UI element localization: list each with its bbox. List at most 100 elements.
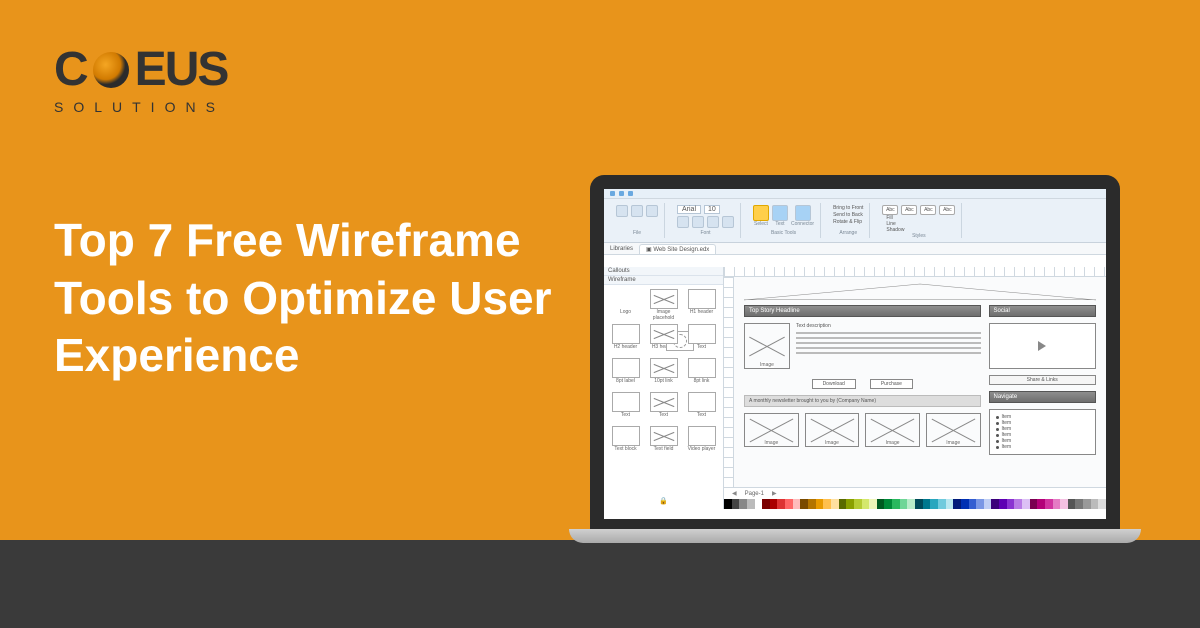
color-swatch[interactable] (862, 499, 870, 509)
color-swatch[interactable] (984, 499, 992, 509)
color-swatch[interactable] (961, 499, 969, 509)
library-item[interactable]: 8pt link (684, 358, 719, 389)
color-swatch[interactable] (1053, 499, 1061, 509)
color-swatch[interactable] (953, 499, 961, 509)
rotate-flip-button[interactable]: Rotate & Flip (833, 219, 862, 225)
image-placeholder[interactable]: Image (744, 413, 799, 447)
canvas[interactable]: Top Story Headline Image Text descriptio… (734, 277, 1106, 487)
share-links-button[interactable]: Share & Links (989, 375, 1097, 385)
library-item[interactable]: Text field (646, 426, 681, 457)
color-swatch[interactable] (724, 499, 732, 509)
color-swatch[interactable] (991, 499, 999, 509)
color-swatch[interactable] (915, 499, 923, 509)
color-swatch[interactable] (1037, 499, 1045, 509)
library-item[interactable]: 8pt label (608, 358, 643, 389)
font-color-icon[interactable] (722, 216, 734, 228)
libraries-tab-label[interactable]: Libraries (610, 246, 633, 252)
color-swatch[interactable] (816, 499, 824, 509)
library-item[interactable]: Text (608, 392, 643, 423)
color-swatch[interactable] (846, 499, 854, 509)
save-file-icon[interactable] (646, 205, 658, 217)
color-swatch-bar[interactable] (724, 499, 1106, 509)
font-size-select[interactable]: 10 (704, 205, 720, 214)
send-back-button[interactable]: Send to Back (833, 212, 863, 218)
qat-redo-icon[interactable] (628, 191, 633, 196)
color-swatch[interactable] (1060, 499, 1068, 509)
doc-tab-active[interactable]: ▣ Web Site Design.edx (639, 244, 716, 254)
connector-tool-icon[interactable] (795, 205, 811, 221)
color-swatch[interactable] (762, 499, 770, 509)
color-swatch[interactable] (1022, 499, 1030, 509)
color-swatch[interactable] (785, 499, 793, 509)
library-item[interactable]: Logo (608, 289, 643, 321)
color-swatch[interactable] (1030, 499, 1038, 509)
bring-front-button[interactable]: Bring to Front (833, 205, 863, 211)
color-swatch[interactable] (823, 499, 831, 509)
qat-undo-icon[interactable] (619, 191, 624, 196)
image-placeholder[interactable]: Image (926, 413, 981, 447)
color-swatch[interactable] (999, 499, 1007, 509)
prev-page-icon[interactable]: ◀ (732, 490, 737, 497)
underline-icon[interactable] (707, 216, 719, 228)
color-swatch[interactable] (1045, 499, 1053, 509)
color-swatch[interactable] (755, 499, 763, 509)
color-swatch[interactable] (976, 499, 984, 509)
top-story-bar[interactable]: Top Story Headline (744, 305, 981, 317)
color-swatch[interactable] (770, 499, 778, 509)
color-swatch[interactable] (1091, 499, 1099, 509)
image-placeholder[interactable]: Image (744, 323, 790, 369)
download-button[interactable]: Download (812, 379, 856, 389)
qat-save-icon[interactable] (610, 191, 615, 196)
open-file-icon[interactable] (631, 205, 643, 217)
image-placeholder[interactable]: Image (865, 413, 920, 447)
style-swatch-3[interactable]: Abc (920, 205, 936, 215)
social-bar[interactable]: Social (989, 305, 1097, 317)
page-indicator-label[interactable]: Page-1 (745, 491, 764, 497)
color-swatch[interactable] (777, 499, 785, 509)
color-swatch[interactable] (831, 499, 839, 509)
style-swatch-4[interactable]: Abc (939, 205, 955, 215)
library-section-callouts[interactable]: Callouts (604, 267, 723, 276)
video-placeholder[interactable] (989, 323, 1097, 369)
color-swatch[interactable] (793, 499, 801, 509)
color-swatch[interactable] (808, 499, 816, 509)
color-swatch[interactable] (892, 499, 900, 509)
library-item[interactable]: Text (684, 392, 719, 423)
select-tool-icon[interactable] (753, 205, 769, 221)
text-tool-icon[interactable] (772, 205, 788, 221)
font-name-select[interactable]: Arial (677, 205, 701, 214)
library-item[interactable]: Image placehold (646, 289, 681, 321)
color-swatch[interactable] (1083, 499, 1091, 509)
library-item[interactable]: H2 header (608, 324, 643, 355)
color-swatch[interactable] (969, 499, 977, 509)
new-file-icon[interactable] (616, 205, 628, 217)
library-section-wireframe[interactable]: Wireframe (604, 276, 723, 285)
library-item[interactable]: 10pt link (646, 358, 681, 389)
italic-icon[interactable] (692, 216, 704, 228)
navigate-bar[interactable]: Navigate (989, 391, 1097, 403)
library-item[interactable]: Text block (608, 426, 643, 457)
library-item[interactable]: Video player (684, 426, 719, 457)
next-page-icon[interactable]: ▶ (772, 490, 777, 497)
color-swatch[interactable] (739, 499, 747, 509)
color-swatch[interactable] (747, 499, 755, 509)
color-swatch[interactable] (938, 499, 946, 509)
color-swatch[interactable] (1068, 499, 1076, 509)
image-placeholder[interactable]: Image (805, 413, 860, 447)
purchase-button[interactable]: Purchase (870, 379, 913, 389)
color-swatch[interactable] (930, 499, 938, 509)
color-swatch[interactable] (946, 499, 954, 509)
color-swatch[interactable] (900, 499, 908, 509)
quick-access-toolbar[interactable] (604, 189, 1106, 199)
color-swatch[interactable] (923, 499, 931, 509)
color-swatch[interactable] (800, 499, 808, 509)
style-swatch-2[interactable]: Abc (901, 205, 917, 215)
color-swatch[interactable] (884, 499, 892, 509)
color-swatch[interactable] (732, 499, 740, 509)
color-swatch[interactable] (869, 499, 877, 509)
library-item[interactable]: H1 header (684, 289, 719, 321)
bold-icon[interactable] (677, 216, 689, 228)
color-swatch[interactable] (877, 499, 885, 509)
color-swatch[interactable] (1014, 499, 1022, 509)
library-item[interactable]: Text (646, 392, 681, 423)
